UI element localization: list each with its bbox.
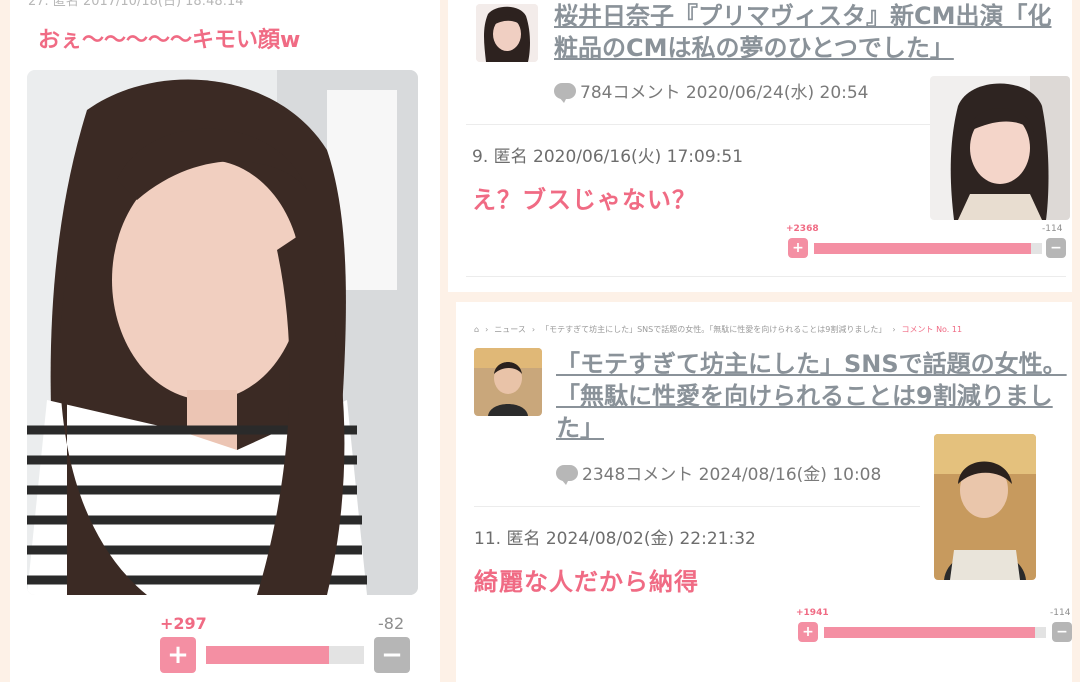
minus-icon: − <box>1050 240 1062 256</box>
vote-minus-count: -114 <box>1042 224 1063 234</box>
response-image <box>930 76 1070 220</box>
minus-button[interactable]: − <box>1046 238 1066 258</box>
response-text: え？ブスじゃない？ <box>472 186 697 214</box>
minus-button[interactable]: − <box>374 637 410 673</box>
comment-text: おぇ〜〜〜〜〜キモい顔w <box>38 28 301 53</box>
response-text: 綺麗な人だから納得 <box>474 568 699 596</box>
news-thumbnail[interactable] <box>474 348 542 416</box>
news-title-link[interactable]: 桜井日奈子『プリマヴィスタ』新CM出演「化粧品のCMは私の夢のひとつでした」 <box>554 0 1059 64</box>
vote-plus-count: +297 <box>160 614 207 633</box>
news-meta-text: 784コメント 2020/06/24(水) 20:54 <box>580 83 869 103</box>
vote-minus-count: -114 <box>1050 608 1071 618</box>
plus-icon: + <box>167 640 189 670</box>
plus-button[interactable]: + <box>160 637 196 673</box>
vote-plus-count: +1941 <box>796 608 829 618</box>
breadcrumb-article[interactable]: 「モテすぎて坊主にした」SNSで話題の女性。「無駄に性愛を向けられることは9割減… <box>541 324 886 335</box>
news-thumbnail[interactable] <box>476 4 538 62</box>
comment-date: 27. 匿名 2017/10/18(日) 18:48:14 <box>28 0 244 9</box>
vote-ratio-bar <box>814 243 1042 254</box>
vote-plus-count: +2368 <box>786 224 819 234</box>
vote-ratio-fill <box>824 627 1035 638</box>
comment-bubble-icon <box>556 464 578 485</box>
breadcrumb-current: コメント No. 11 <box>901 325 963 334</box>
bottom-right-panel: ⌂ › ニュース › 「モテすぎて坊主にした」SNSで話題の女性。「無駄に性愛を… <box>456 302 1072 682</box>
vote-ratio-fill <box>206 646 330 664</box>
top-right-panel: 桜井日奈子『プリマヴィスタ』新CM出演「化粧品のCMは私の夢のひとつでした」 7… <box>448 0 1072 292</box>
news-meta: 2348コメント 2024/08/16(金) 10:08 <box>556 460 881 485</box>
vote-ratio-fill <box>814 243 1031 254</box>
news-meta-text: 2348コメント 2024/08/16(金) 10:08 <box>582 465 882 485</box>
minus-icon: − <box>381 640 403 670</box>
vote-ratio-bar <box>824 627 1046 638</box>
left-comment-panel: 27. 匿名 2017/10/18(日) 18:48:14 おぇ〜〜〜〜〜キモい… <box>10 0 440 682</box>
response-meta: 11. 匿名 2024/08/02(金) 22:21:32 <box>474 529 756 549</box>
comment-photo <box>27 70 418 595</box>
home-icon[interactable]: ⌂ <box>474 325 479 334</box>
response-meta: 9. 匿名 2020/06/16(火) 17:09:51 <box>472 147 744 167</box>
plus-icon: + <box>792 240 804 256</box>
divider <box>466 276 1066 277</box>
vote-minus-count: -82 <box>378 614 405 633</box>
response-image <box>934 434 1036 580</box>
minus-icon: − <box>1056 624 1068 640</box>
breadcrumb: ⌂ › ニュース › 「モテすぎて坊主にした」SNSで話題の女性。「無駄に性愛を… <box>474 324 963 335</box>
minus-button[interactable]: − <box>1052 622 1072 642</box>
plus-button[interactable]: + <box>788 238 808 258</box>
vote-ratio-bar <box>206 646 364 664</box>
breadcrumb-news[interactable]: ニュース <box>494 324 526 335</box>
plus-button[interactable]: + <box>798 622 818 642</box>
divider <box>466 124 934 125</box>
news-title-link[interactable]: 「モテすぎて坊主にした」SNSで話題の女性。「無駄に性愛を向けられることは9割減… <box>556 348 1071 444</box>
comment-bubble-icon <box>554 82 576 103</box>
plus-icon: + <box>802 624 814 640</box>
news-meta: 784コメント 2020/06/24(水) 20:54 <box>554 78 869 103</box>
divider <box>474 506 920 507</box>
